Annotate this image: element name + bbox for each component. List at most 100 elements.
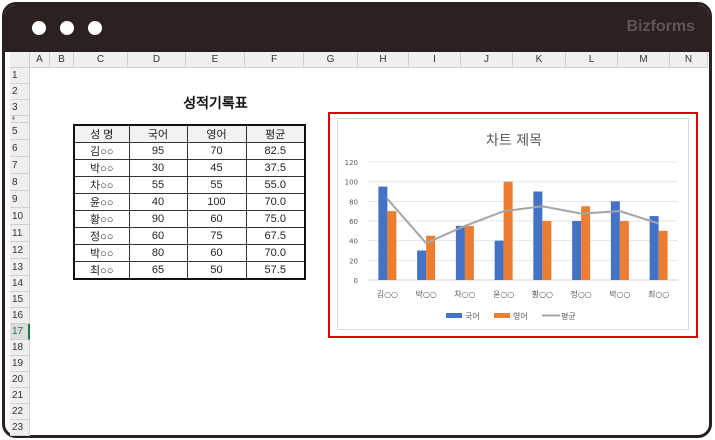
row-header-5[interactable]: 5 [10,123,30,140]
cell-english[interactable]: 50 [186,261,247,280]
chart-highlight-box: 차트 제목 0 20 40 60 80 100 120 김○○ 박○○ 차○○ 윤○○ 황○○ 정○○ 박○… [328,112,698,338]
cell-name[interactable]: 김○○ [73,142,130,160]
cell-korean[interactable]: 90 [128,210,188,228]
cell-korean[interactable]: 95 [128,142,188,160]
x-tick-label: 정○○ [570,289,591,299]
row-header-23[interactable]: 23 [10,420,30,436]
row-header-14[interactable]: 14 [10,276,30,292]
column-header-h[interactable]: H [358,52,409,68]
cell-korean[interactable]: 65 [128,261,188,280]
cell-korean[interactable]: 30 [128,159,188,177]
cell-korean[interactable]: 40 [128,193,188,211]
cell-korean[interactable]: 55 [128,176,188,194]
cell-name[interactable]: 정○○ [73,227,130,245]
bar-english [658,230,668,280]
row-header-12[interactable]: 12 [10,242,30,259]
chart-svg: 차트 제목 0 20 40 60 80 100 120 김○○ 박○○ 차○○ 윤○○ 황○○ 정○○ 박○… [345,133,678,321]
row-header-6[interactable]: 6 [10,140,30,157]
column-header-a[interactable]: A [30,52,50,68]
row-header-2[interactable]: 2 [10,84,30,100]
column-header-n[interactable]: N [670,52,708,68]
chart-title: 차트 제목 [486,133,542,149]
window-dot-icon[interactable] [88,21,102,35]
row-header-15[interactable]: 15 [10,292,30,308]
sheet-title: 성적기록표 [183,96,248,112]
y-tick-label: 60 [349,218,358,226]
cell-english[interactable]: 70 [186,142,247,160]
x-tick-label: 박○○ [415,289,436,299]
cell-average[interactable]: 70.0 [245,193,306,211]
cell-average[interactable]: 82.5 [245,142,306,160]
row-header-16[interactable]: 16 [10,308,30,324]
table-row: 김○○ 95 70 82.5 [73,142,306,160]
column-header-j[interactable]: J [461,52,513,68]
row-header-20[interactable]: 20 [10,372,30,388]
bar-korean [417,250,427,280]
cell-average[interactable]: 37.5 [245,159,306,177]
row-header-17[interactable]: 17 [10,324,30,340]
row-header-3[interactable]: 3 [10,100,30,116]
cell-korean[interactable]: 80 [128,244,188,262]
cell-english[interactable]: 100 [186,193,247,211]
header-average[interactable]: 평균 [245,124,306,143]
window-dot-icon[interactable] [60,21,74,35]
cell-average[interactable]: 55.0 [245,176,306,194]
cell-english[interactable]: 60 [186,244,247,262]
column-header-b[interactable]: B [50,52,74,68]
bar-english [542,221,552,280]
row-header-9[interactable]: 9 [10,191,30,208]
row-header-10[interactable]: 10 [10,208,30,225]
bar-korean [649,216,659,280]
cell-english[interactable]: 45 [186,159,247,177]
row-header-11[interactable]: 11 [10,225,30,242]
x-tick-label: 김○○ [377,289,398,299]
header-korean[interactable]: 국어 [128,124,188,143]
column-header-m[interactable]: M [618,52,670,68]
cell-average[interactable]: 70.0 [245,244,306,262]
column-header-i[interactable]: I [409,52,461,68]
row-header-19[interactable]: 19 [10,356,30,372]
cell-english[interactable]: 55 [186,176,247,194]
cell-name[interactable]: 윤○○ [73,193,130,211]
cell-name[interactable]: 최○○ [73,261,130,280]
window-dot-icon[interactable] [32,21,46,35]
row-header-13[interactable]: 13 [10,259,30,276]
table-row: 차○○ 55 55 55.0 [73,176,306,194]
legend-swatch-icon [494,313,510,318]
column-header-c[interactable]: C [74,52,128,68]
cell-name[interactable]: 박○○ [73,159,130,177]
row-header-21[interactable]: 21 [10,388,30,404]
select-all-corner[interactable] [10,52,30,68]
row-header-18[interactable]: 18 [10,340,30,356]
cell-average[interactable]: 67.5 [245,227,306,245]
cell-average[interactable]: 75.0 [245,210,306,228]
bar-english [503,181,513,280]
table-row: 황○○ 90 60 75.0 [73,210,306,228]
column-header-d[interactable]: D [128,52,186,68]
cell-name[interactable]: 황○○ [73,210,130,228]
header-name[interactable]: 성 명 [73,124,130,143]
bar-korean [455,225,465,280]
cell-average[interactable]: 57.5 [245,261,306,280]
cell-english[interactable]: 75 [186,227,247,245]
row-header-1[interactable]: 1 [10,68,30,84]
row-header-7[interactable]: 7 [10,157,30,174]
header-english[interactable]: 영어 [186,124,247,143]
cell-korean[interactable]: 60 [128,227,188,245]
x-tick-label: 최○○ [648,289,669,299]
row-header-4[interactable]: 4 [10,116,30,123]
cell-name[interactable]: 박○○ [73,244,130,262]
column-header-g[interactable]: G [304,52,358,68]
chart[interactable]: 차트 제목 0 20 40 60 80 100 120 김○○ 박○○ 차○○ 윤○○ 황○○ 정○○ 박○… [337,118,689,330]
row-header-8[interactable]: 8 [10,174,30,191]
column-header-e[interactable]: E [186,52,245,68]
row-header-22[interactable]: 22 [10,404,30,420]
bar-korean [494,240,504,280]
column-header-l[interactable]: L [566,52,618,68]
cell-name[interactable]: 차○○ [73,176,130,194]
column-header-f[interactable]: F [245,52,304,68]
cell-english[interactable]: 60 [186,210,247,228]
column-header-k[interactable]: K [513,52,566,68]
bar-english [581,206,591,280]
y-tick-label: 40 [349,238,358,246]
